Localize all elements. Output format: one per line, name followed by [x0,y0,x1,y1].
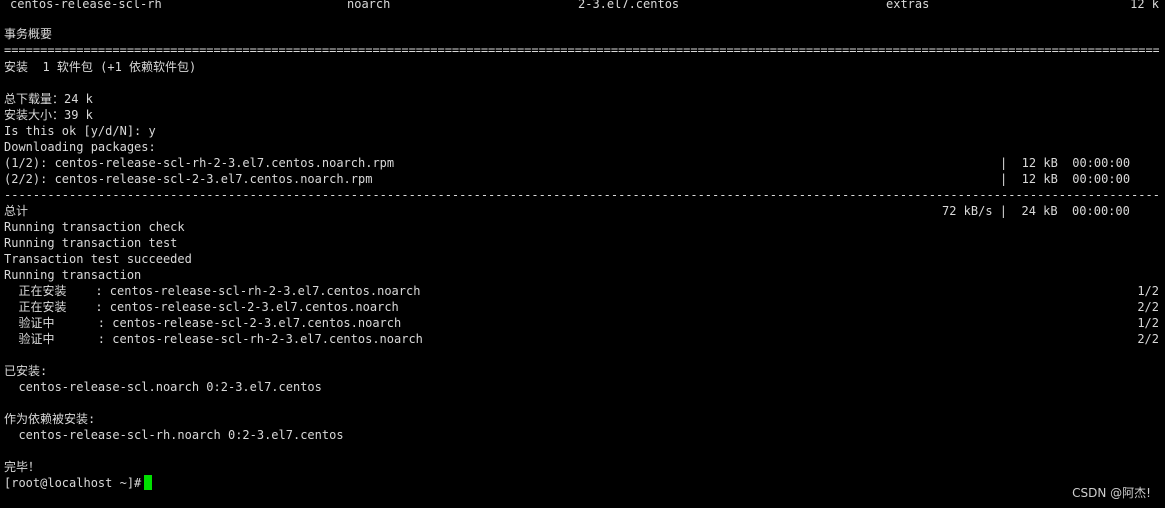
step-count: 1/2 [1137,316,1159,330]
package-name: centos-release-scl-rh [10,0,162,11]
transaction-line: Transaction test succeeded [4,252,192,266]
download-stats: | 12 kB 00:00:00 [1000,172,1131,186]
transaction-line: Running transaction test [4,236,178,250]
step-count: 1/2 [1137,284,1159,298]
installed-label: 已安装: [4,364,48,378]
transaction-line: Running transaction [4,268,142,282]
download-file: (2/2): centos-release-scl-2-3.el7.centos… [4,172,373,186]
step-count: 2/2 [1137,300,1159,314]
step-action: 正在安装 : centos-release-scl-rh-2-3.el7.cen… [4,284,421,298]
step-action: 验证中 : centos-release-scl-2-3.el7.centos.… [4,316,402,330]
step-count: 2/2 [1137,332,1159,346]
install-summary: 安装 1 软件包 (+1 依赖软件包) [4,60,197,74]
step-row: 正在安装 : centos-release-scl-rh-2-3.el7.cen… [4,283,1159,299]
total-label: 总计 [4,204,29,218]
step-row: 验证中 : centos-release-scl-2-3.el7.centos.… [4,315,1159,331]
download-file: (1/2): centos-release-scl-rh-2-3.el7.cen… [4,156,395,170]
shell-prompt[interactable]: [root@localhost ~]# [4,475,1159,491]
installed-package: centos-release-scl.noarch 0:2-3.el7.cent… [4,380,322,394]
package-arch: noarch [347,0,391,11]
dependency-label: 作为依赖被安装: [4,412,96,426]
step-row: 正在安装 : centos-release-scl-2-3.el7.centos… [4,299,1159,315]
summary-title: 事务概要 [4,27,53,41]
downloading-label: Downloading packages: [4,140,156,154]
install-size: 安装大小：39 k [4,108,93,122]
step-action: 正在安装 : centos-release-scl-2-3.el7.centos… [4,300,399,314]
complete-message: 完毕！ [4,460,41,474]
watermark: CSDN @阿杰! [1072,486,1151,500]
step-action: 验证中 : centos-release-scl-rh-2-3.el7.cent… [4,332,423,346]
transaction-line: Running transaction check [4,220,185,234]
separator-dash: ----------------------------------------… [4,188,1159,202]
package-row: centos-release-scl-rh noarch 2-3.el7.cen… [4,0,1159,12]
package-repo: extras [886,0,930,11]
total-download: 总下载量：24 k [4,92,93,106]
package-version: 2-3.el7.centos [578,0,680,11]
separator-double: ========================================… [4,43,1159,57]
total-stats: 72 kB/s | 24 kB 00:00:00 [942,204,1130,218]
download-stats: | 12 kB 00:00:00 [1000,156,1131,170]
dependency-package: centos-release-scl-rh.noarch 0:2-3.el7.c… [4,428,344,442]
step-row: 验证中 : centos-release-scl-rh-2-3.el7.cent… [4,331,1159,347]
download-row: (2/2): centos-release-scl-2-3.el7.centos… [4,171,1159,187]
download-row: (1/2): centos-release-scl-rh-2-3.el7.cen… [4,155,1159,171]
confirm-prompt: Is this ok [y/d/N]: y [4,124,156,138]
text-cursor [144,475,152,490]
package-size: 12 k [1130,0,1159,11]
total-row: 总计 72 kB/s | 24 kB 00:00:00 [4,203,1159,219]
terminal-window[interactable]: centos-release-scl-rh noarch 2-3.el7.cen… [0,0,1165,508]
